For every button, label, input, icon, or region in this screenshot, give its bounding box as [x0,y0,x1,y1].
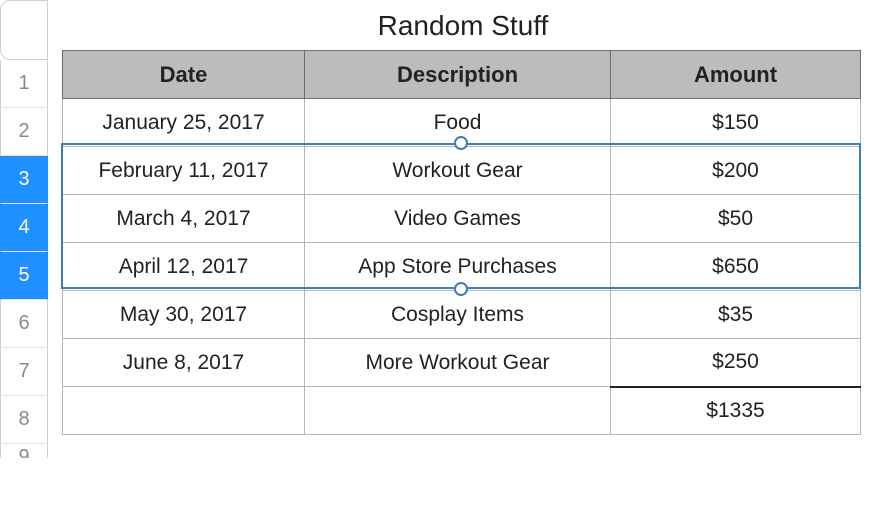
cell-description[interactable]: Video Games [305,195,611,243]
col-header-amount[interactable]: Amount [611,51,861,99]
cell-date[interactable]: February 11, 2017 [63,147,305,195]
row-header-gutter: 1 2 3 4 5 6 7 8 9 [0,0,48,458]
cell-date[interactable]: April 12, 2017 [63,243,305,291]
cell-description[interactable]: More Workout Gear [305,339,611,387]
cell-amount[interactable]: $200 [611,147,861,195]
col-header-date[interactable]: Date [63,51,305,99]
row-header-9[interactable]: 9 [0,444,48,458]
table-title[interactable]: Random Stuff [62,10,864,42]
cell-amount[interactable]: $650 [611,243,861,291]
row-header-5[interactable]: 5 [0,252,48,300]
cell-date[interactable]: May 30, 2017 [63,291,305,339]
cell-amount[interactable]: $150 [611,99,861,147]
cell-amount-total[interactable]: $1335 [611,387,861,435]
row-header-corner[interactable] [0,0,48,60]
header-row: Date Description Amount [63,51,861,99]
cell-amount[interactable]: $50 [611,195,861,243]
row-header-7[interactable]: 7 [0,348,48,396]
cell-description[interactable]: Cosplay Items [305,291,611,339]
col-header-description[interactable]: Description [305,51,611,99]
cell-date[interactable]: January 25, 2017 [63,99,305,147]
selection-handle-bottom[interactable] [454,282,468,296]
cell-description[interactable] [305,387,611,435]
cell-description[interactable]: Workout Gear [305,147,611,195]
row-header-6[interactable]: 6 [0,300,48,348]
cell-date[interactable]: June 8, 2017 [63,339,305,387]
table-row: June 8, 2017 More Workout Gear $250 [63,339,861,387]
row-header-3[interactable]: 3 [0,156,48,204]
table-row-sum: $1335 [63,387,861,435]
table-row: February 11, 2017 Workout Gear $200 [63,147,861,195]
selection-handle-top[interactable] [454,136,468,150]
cell-date[interactable]: March 4, 2017 [63,195,305,243]
row-header-2[interactable]: 2 [0,108,48,156]
table-row: March 4, 2017 Video Games $50 [63,195,861,243]
row-header-1[interactable]: 1 [0,60,48,108]
row-header-8[interactable]: 8 [0,396,48,444]
cell-amount[interactable]: $250 [611,339,861,387]
table-row: May 30, 2017 Cosplay Items $35 [63,291,861,339]
spreadsheet-table: Date Description Amount January 25, 2017… [62,50,861,435]
cell-date[interactable] [63,387,305,435]
row-header-4[interactable]: 4 [0,204,48,252]
cell-amount[interactable]: $35 [611,291,861,339]
